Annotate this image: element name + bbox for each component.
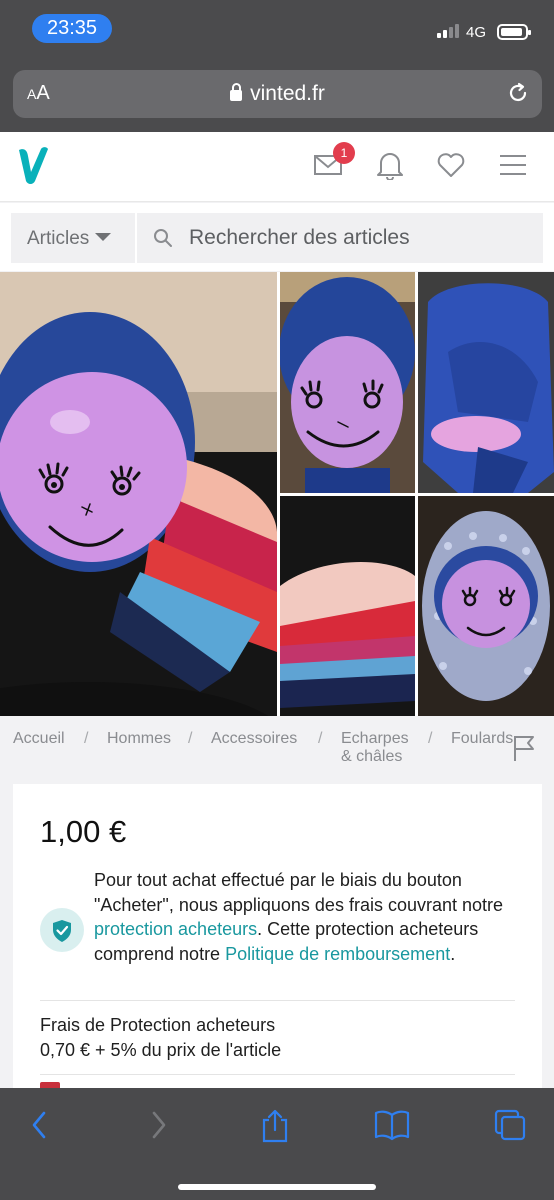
breadcrumb-item-echarpes[interactable]: Echarpes & châles [341,730,409,766]
category-select[interactable]: Articles [11,213,135,263]
breadcrumb-separator: / [428,730,433,747]
search-input[interactable] [189,223,529,253]
bookmarks-icon[interactable] [374,1108,410,1147]
item-photo-main[interactable] [0,272,277,716]
item-photo-4[interactable] [280,496,415,716]
refund-policy-link[interactable]: Politique de remboursement [225,944,450,964]
buyer-protection-link[interactable]: protection acheteurs [94,919,257,939]
shield-check-icon [40,908,84,952]
address-bar[interactable]: AA vinted.fr [13,70,542,118]
search-row: Articles [0,203,554,271]
item-photo-3[interactable] [418,272,554,493]
signal-icon [437,24,459,38]
breadcrumb-item-foulards[interactable]: Foulards [451,730,513,748]
item-price: 1,00 € [40,814,127,849]
divider [40,1000,515,1001]
chevron-down-icon [95,233,112,241]
item-photo-5[interactable] [418,496,554,716]
lock-icon [230,83,243,101]
breadcrumb: Accueil / Hommes / Accessoires / Echarpe… [0,716,554,784]
network-type: 4G [466,24,487,41]
url-text: vinted.fr [250,82,325,105]
search-box[interactable] [137,213,543,263]
heart-icon[interactable] [436,150,466,185]
breadcrumb-separator: / [84,730,89,747]
search-icon [153,228,173,253]
browser-chrome: AA vinted.fr [0,60,554,132]
buyer-protection-text: Pour tout achat effectué par le biais du… [94,870,504,964]
site-header [0,132,554,202]
battery-icon [497,24,531,40]
breadcrumb-separator: / [188,730,193,747]
protection-fees: Frais de Protection acheteurs 0,70 € + 5… [40,1013,281,1062]
status-bar: 23:35 4G [0,0,554,60]
share-icon[interactable] [259,1108,291,1149]
home-indicator [178,1184,376,1190]
fees-value: 0,70 € + 5% du prix de l'article [40,1039,282,1060]
breadcrumb-item-hommes[interactable]: Hommes [107,730,171,748]
menu-icon[interactable] [498,150,528,185]
status-time[interactable]: 23:35 [32,14,112,43]
bell-icon[interactable] [375,150,405,185]
breadcrumb-item-accueil[interactable]: Accueil [13,730,65,748]
messages-badge: 1 [333,142,355,164]
forward-icon[interactable] [148,1108,170,1147]
back-icon[interactable] [28,1108,50,1147]
divider [40,1074,515,1075]
fees-title: Frais de Protection acheteurs [40,1015,276,1035]
price-card: 1,00 € Pour tout achat effectué par le b… [13,784,542,1104]
vinted-logo[interactable] [16,144,50,191]
reload-icon[interactable] [506,81,530,110]
flag-icon[interactable] [512,734,536,767]
breadcrumb-item-accessoires[interactable]: Accessoires [211,730,297,748]
breadcrumb-separator: / [318,730,323,747]
photo-gallery [0,272,554,716]
item-photo-2[interactable] [280,272,415,493]
url-display[interactable]: vinted.fr [13,82,542,106]
tabs-icon[interactable] [493,1108,527,1147]
category-select-label: Articles [27,228,90,249]
